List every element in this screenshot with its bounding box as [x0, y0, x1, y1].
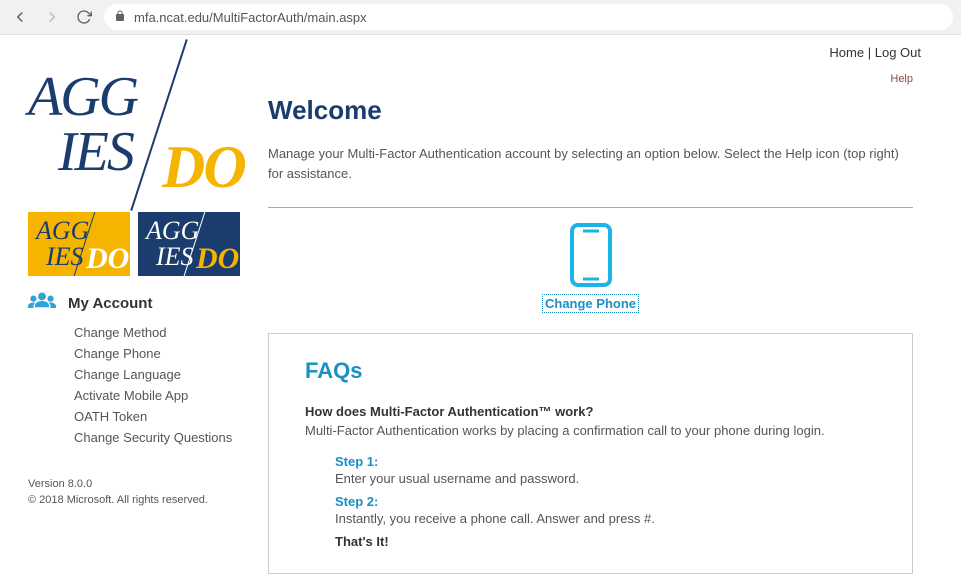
my-account-label: My Account: [68, 295, 152, 312]
faq-steps: Step 1: Enter your usual username and pa…: [305, 454, 876, 549]
lock-icon: [114, 10, 126, 25]
step-1-label: Step 1:: [335, 454, 876, 469]
faq-question-1: How does Multi-Factor Authentication™ wo…: [305, 404, 876, 419]
main-content: Home | Log Out Help Welcome Manage your …: [240, 35, 961, 574]
my-account-header: My Account: [28, 291, 240, 316]
sidebar-item-change-phone[interactable]: Change Phone: [74, 343, 240, 364]
step-2-label: Step 2:: [335, 494, 876, 509]
page-description: Manage your Multi-Factor Authentication …: [268, 144, 913, 183]
sidebar-item-activate-mobile-app[interactable]: Activate Mobile App: [74, 385, 240, 406]
divider: [268, 207, 913, 208]
logo: AGG IES DO: [28, 45, 238, 200]
page-title: Welcome: [268, 95, 913, 126]
version-text: Version 8.0.0: [28, 478, 240, 490]
home-link[interactable]: Home: [829, 45, 864, 60]
reload-button[interactable]: [72, 5, 96, 29]
phone-icon: [566, 222, 616, 293]
url-text: mfa.ncat.edu/MultiFactorAuth/main.aspx: [134, 10, 367, 25]
sidebar-footer: Version 8.0.0 © 2018 Microsoft. All righ…: [28, 478, 240, 510]
forward-button[interactable]: [40, 5, 64, 29]
sidebar-menu: Change Method Change Phone Change Langua…: [28, 322, 240, 448]
logo-text-do: DO: [162, 133, 245, 202]
step-1-text: Enter your usual username and password.: [335, 471, 876, 486]
faq-box: FAQs How does Multi-Factor Authenticatio…: [268, 333, 913, 574]
sidebar-item-oath-token[interactable]: OATH Token: [74, 406, 240, 427]
square-logo-blue: AGG IES DO: [138, 212, 240, 276]
square-logos: AGG IES DO AGG IES DO: [28, 212, 240, 276]
logo-text-ies: IES: [58, 120, 133, 184]
back-button[interactable]: [8, 5, 32, 29]
people-icon: [28, 291, 56, 316]
help-link[interactable]: Help: [890, 73, 913, 85]
square-logo-gold: AGG IES DO: [28, 212, 130, 276]
copyright-text: © 2018 Microsoft. All rights reserved.: [28, 494, 240, 506]
sidebar-item-change-security-questions[interactable]: Change Security Questions: [74, 427, 240, 448]
faq-answer-1: Multi-Factor Authentication works by pla…: [305, 423, 876, 438]
sidebar-item-change-language[interactable]: Change Language: [74, 364, 240, 385]
step-2-text: Instantly, you receive a phone call. Ans…: [335, 511, 876, 526]
phone-block: Change Phone: [268, 222, 913, 313]
logout-link[interactable]: Log Out: [875, 45, 921, 60]
change-phone-link[interactable]: Change Phone: [543, 295, 638, 312]
top-links: Home | Log Out: [829, 45, 921, 60]
faq-heading: FAQs: [305, 358, 876, 384]
browser-toolbar: mfa.ncat.edu/MultiFactorAuth/main.aspx: [0, 0, 961, 35]
url-bar[interactable]: mfa.ncat.edu/MultiFactorAuth/main.aspx: [104, 4, 953, 30]
step-final: That's It!: [335, 534, 876, 549]
sidebar: AGG IES DO AGG IES DO AGG IES DO: [0, 35, 240, 574]
sidebar-item-change-method[interactable]: Change Method: [74, 322, 240, 343]
